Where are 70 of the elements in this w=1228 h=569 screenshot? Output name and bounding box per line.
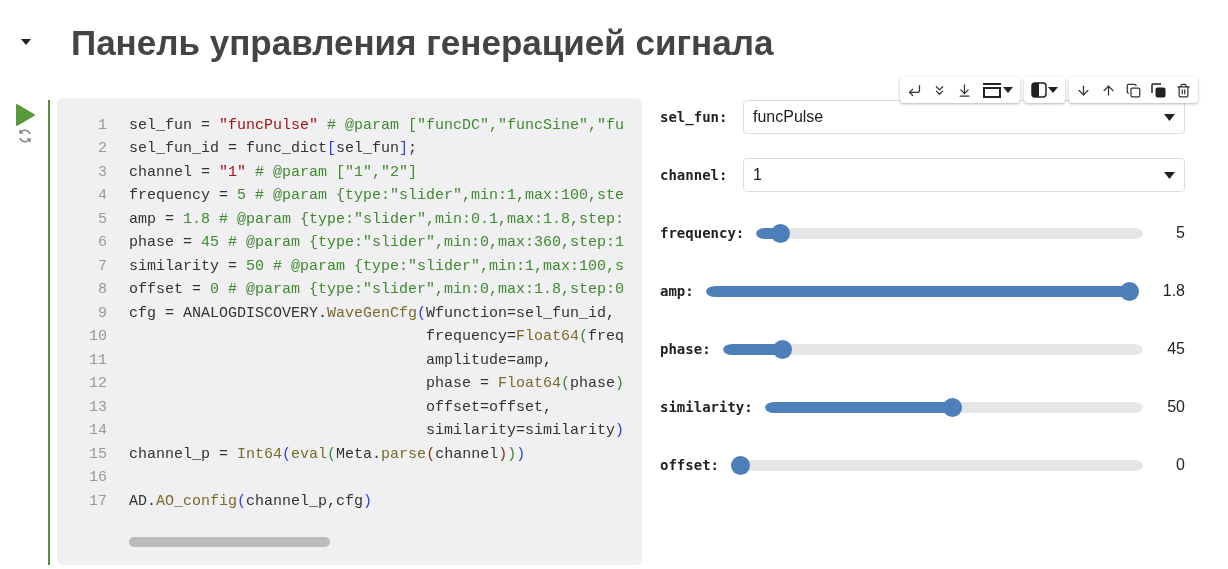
arrow-down-icon — [1076, 82, 1091, 98]
code-line: phase = Float64(phase) — [425, 374, 625, 394]
line-number: 17 — [88, 491, 107, 512]
slider-value: 45 — [1167, 339, 1185, 359]
slider-label: offset: — [660, 455, 719, 475]
line-number: 9 — [97, 303, 107, 324]
field-label: sel_fun: — [660, 107, 729, 128]
code-line: channel = "1" # @param ["1","2"] — [129, 162, 418, 183]
slider-thumb[interactable] — [942, 397, 962, 417]
line-number: 13 — [88, 397, 107, 418]
slider-thumb[interactable] — [771, 223, 790, 243]
line-number: 7 — [97, 256, 107, 277]
panel-icon — [982, 82, 1002, 98]
line-number: 8 — [97, 280, 107, 300]
slider-value: 50 — [1167, 397, 1185, 417]
field-label: channel: — [660, 165, 729, 185]
slider-label: frequency: — [660, 223, 745, 243]
caret-icon — [1003, 87, 1013, 93]
code-line: amp = 1.8 # @param {type:"slider",min:0.1,max:1.8,step: — [129, 209, 625, 230]
dropdown-arrow-icon — [1164, 171, 1175, 179]
slider-label: amp: — [660, 281, 694, 301]
code-editor[interactable] — [57, 98, 642, 565]
slider-label: similarity: — [660, 397, 753, 417]
section-heading: Панель управления генерацией сигнала — [71, 24, 774, 60]
code-line: frequency = 5 # @param {type:"slider",min:1,max:100,ste — [129, 186, 625, 206]
run-button[interactable] — [14, 104, 35, 126]
slider-label: phase: — [660, 339, 711, 359]
refresh-button[interactable] — [16, 128, 33, 144]
filled-copy-icon — [1151, 82, 1166, 98]
slider-value: 0 — [1175, 455, 1185, 475]
line-number: 1 — [97, 115, 107, 136]
line-number: 3 — [97, 162, 107, 183]
line-number: 2 — [97, 139, 107, 159]
return-arrow-icon — [907, 82, 922, 98]
code-line: similarity=similarity) — [425, 421, 625, 441]
trash-icon — [1176, 82, 1191, 98]
line-number: 10 — [88, 327, 107, 347]
refresh-icon — [16, 128, 33, 144]
code-line: sel_fun = "funcPulse" # @param ["funcDC","funcSine","fu — [129, 115, 625, 136]
line-number: 14 — [88, 421, 107, 441]
scrollbar-thumb[interactable] — [129, 537, 330, 547]
arrow-down-to-line-icon — [957, 82, 972, 98]
line-number: 4 — [97, 186, 107, 206]
code-line: sel_fun_id = func_dict[sel_fun]; — [129, 139, 418, 159]
code-line: offset=offset, — [425, 397, 553, 418]
slider-thumb[interactable] — [772, 339, 792, 359]
dropdown[interactable]: 1 — [743, 158, 1185, 192]
line-number: 12 — [88, 374, 107, 394]
line-number: 5 — [97, 209, 107, 230]
code-line: phase = 45 # @param {type:"slider",min:0,max:360,step:1 — [129, 233, 625, 253]
slider-thumb[interactable] — [731, 455, 750, 475]
code-line: amplitude=amp, — [425, 350, 553, 371]
line-number: 11 — [88, 350, 107, 371]
code-line: offset = 0 # @param {type:"slider",min:0,max:1.8,step:0 — [129, 280, 625, 300]
dropdown-arrow-icon — [1164, 113, 1175, 121]
code-line: cfg = ANALOGDISCOVERY.WaveGenCfg(Wfunction=sel_fun_id, — [129, 303, 616, 324]
line-number: 6 — [97, 233, 107, 253]
half-filled-square-icon — [1031, 82, 1047, 98]
code-line: similarity = 50 # @param {type:"slider",min:1,max:100,s — [129, 256, 625, 277]
line-number: 15 — [88, 444, 107, 465]
code-line: frequency=Float64(freq — [425, 327, 625, 347]
line-number: 16 — [88, 468, 107, 488]
copy-icon — [1126, 82, 1141, 98]
play-icon — [14, 104, 35, 126]
code-line: channel_p = Int64(eval(Meta.parse(channel))) — [129, 444, 526, 465]
slider-value: 5 — [1175, 223, 1185, 243]
slider-value: 1.8 — [1162, 281, 1185, 301]
caret-icon — [1048, 87, 1058, 93]
slider-thumb[interactable] — [1119, 281, 1139, 301]
code-line: AD.AO_config(channel_p,cfg) — [129, 491, 373, 512]
